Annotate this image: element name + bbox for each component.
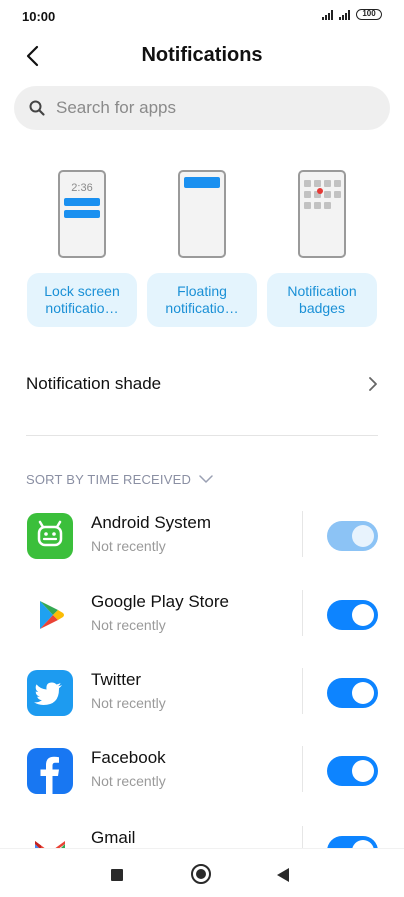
google-play-icon xyxy=(27,592,73,638)
notification-badges-button[interactable]: Notification badges xyxy=(267,273,377,327)
signal-icon xyxy=(322,9,333,20)
separator xyxy=(302,746,303,792)
navigation-bar xyxy=(0,848,404,897)
app-name: Twitter xyxy=(91,670,142,689)
search-icon xyxy=(29,100,45,116)
preview-notification-bar xyxy=(64,198,100,206)
preview-time: 2:36 xyxy=(71,182,93,194)
toggle-knob xyxy=(352,760,374,782)
back-triangle-icon[interactable] xyxy=(277,868,289,882)
preview-notification-bar xyxy=(64,210,100,218)
home-icon[interactable] xyxy=(191,864,211,884)
android-system-toggle[interactable] xyxy=(327,521,378,551)
separator xyxy=(302,590,303,636)
recent-apps-icon[interactable] xyxy=(111,869,123,881)
app-status: Not recently xyxy=(91,617,166,633)
notification-shade-label: Notification shade xyxy=(26,374,162,393)
app-name: Google Play Store xyxy=(91,592,229,611)
twitter-icon xyxy=(27,670,73,716)
preview-floating-bar xyxy=(184,177,220,188)
list-item-twitter[interactable]: Twitter Not recently xyxy=(0,664,404,726)
signal-icon xyxy=(339,9,350,20)
page-title: Notifications xyxy=(141,44,263,66)
list-item-google-play-store[interactable]: Google Play Store Not recently xyxy=(0,586,404,648)
lock-screen-preview-icon: 2:36 xyxy=(58,170,106,258)
floating-notifications-button[interactable]: Floating notificatio… xyxy=(147,273,257,327)
toggle-knob xyxy=(352,682,374,704)
app-status: Not recently xyxy=(91,538,166,554)
separator xyxy=(302,511,303,557)
list-item-facebook[interactable]: Facebook Not recently xyxy=(0,742,404,804)
app-status: Not recently xyxy=(91,773,166,789)
twitter-toggle[interactable] xyxy=(327,678,378,708)
chevron-down-icon xyxy=(199,475,213,483)
floating-preview-icon xyxy=(178,170,226,258)
app-name: Gmail xyxy=(91,828,136,847)
status-icons: 100 xyxy=(322,9,382,20)
app-grid-icon xyxy=(304,180,341,209)
status-bar: 10:00 100 xyxy=(0,0,404,34)
separator xyxy=(302,668,303,714)
notification-shade-row[interactable]: Notification shade xyxy=(0,358,404,412)
google-play-store-toggle[interactable] xyxy=(327,600,378,630)
facebook-toggle[interactable] xyxy=(327,756,378,786)
app-name: Facebook xyxy=(91,748,166,767)
app-name: Android System xyxy=(91,513,211,532)
facebook-icon xyxy=(27,748,73,794)
sort-dropdown[interactable]: SORT BY TIME RECEIVED xyxy=(26,470,213,488)
sort-label: SORT BY TIME RECEIVED xyxy=(26,471,192,487)
header: Notifications xyxy=(0,34,404,78)
toggle-knob xyxy=(352,604,374,626)
chevron-right-icon xyxy=(369,377,377,391)
divider xyxy=(26,435,378,436)
battery-icon: 100 xyxy=(356,9,382,20)
search-bar[interactable] xyxy=(14,86,390,130)
list-item-android-system[interactable]: Android System Not recently xyxy=(0,507,404,569)
notification-styles: 2:36 Lock screen notificatio… Floating n… xyxy=(0,170,404,330)
toggle-knob xyxy=(352,525,374,547)
status-time: 10:00 xyxy=(22,9,56,24)
lock-screen-notifications-button[interactable]: Lock screen notificatio… xyxy=(27,273,137,327)
app-status: Not recently xyxy=(91,695,166,711)
android-system-icon xyxy=(27,513,73,559)
search-input[interactable] xyxy=(56,86,356,130)
badges-preview-icon xyxy=(298,170,346,258)
